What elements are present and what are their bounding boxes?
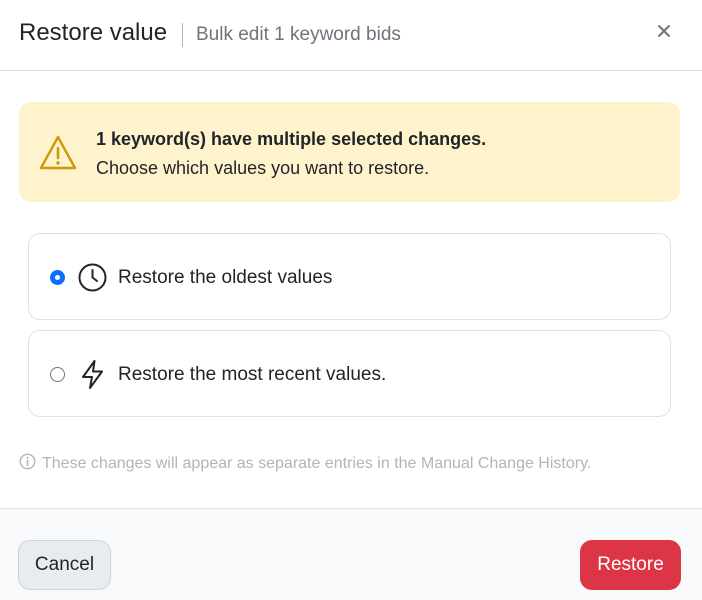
alert-message: Choose which values you want to restore. — [96, 158, 430, 178]
info-note: These changes will appear as separate en… — [42, 455, 592, 472]
title-divider — [182, 23, 183, 47]
info-circle-icon — [19, 453, 36, 470]
dialog-subtitle: Bulk edit 1 keyword bids — [196, 24, 401, 45]
option-restore-recent[interactable]: Restore the most recent values. — [28, 330, 671, 417]
multiple-changes-alert: 1 keyword(s) have multiple selected chan… — [19, 102, 680, 202]
lightning-icon — [82, 360, 103, 389]
restore-button[interactable]: Restore — [580, 540, 681, 590]
dialog-footer: Cancel Restore — [0, 508, 702, 600]
option-label-recent: Restore the most recent values. — [118, 364, 387, 385]
option-restore-oldest[interactable]: Restore the oldest values — [28, 233, 671, 320]
restore-value-dialog: Restore value Bulk edit 1 keyword bids 1… — [0, 0, 702, 600]
close-button[interactable] — [652, 17, 676, 45]
warning-triangle-icon — [39, 135, 77, 170]
dialog-header: Restore value Bulk edit 1 keyword bids — [0, 0, 702, 71]
dialog-title: Restore value — [19, 19, 168, 46]
option-label-oldest: Restore the oldest values — [118, 267, 333, 288]
cancel-button[interactable]: Cancel — [18, 540, 111, 590]
clock-icon — [78, 263, 107, 292]
radio-oldest[interactable] — [50, 270, 65, 285]
close-icon — [658, 25, 670, 37]
radio-recent[interactable] — [50, 367, 65, 382]
alert-title: 1 keyword(s) have multiple selected chan… — [96, 129, 487, 149]
